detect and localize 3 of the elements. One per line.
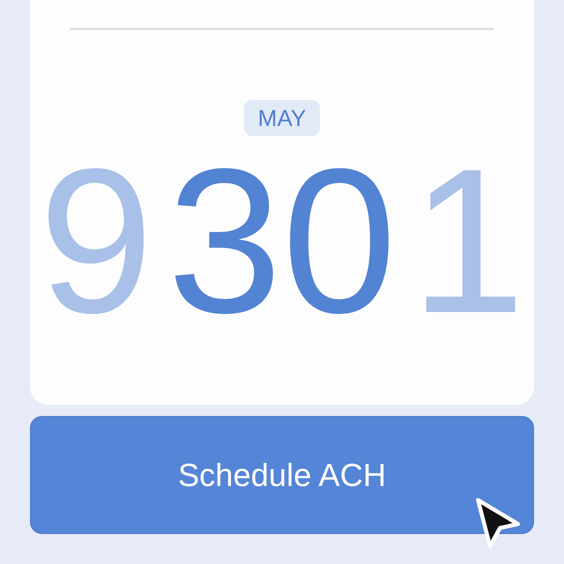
day-number[interactable]: 30 [167, 138, 397, 344]
month-label: MAY [244, 100, 320, 136]
schedule-button[interactable]: Schedule ACH [30, 416, 534, 534]
